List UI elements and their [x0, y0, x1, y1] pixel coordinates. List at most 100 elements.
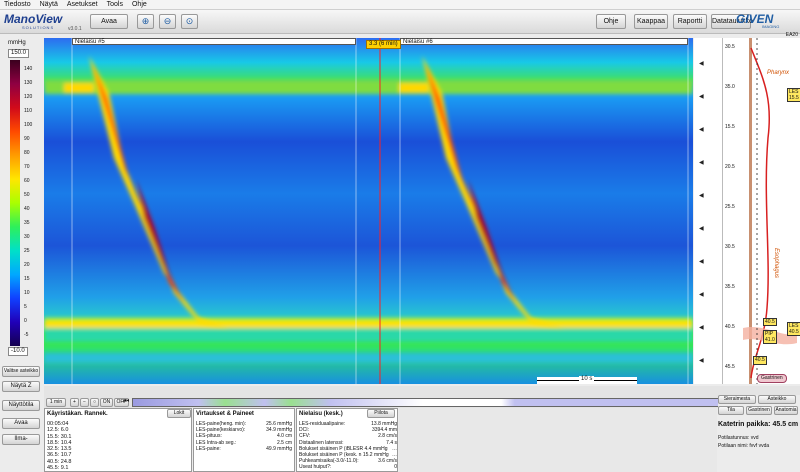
colorbar-tick: 20	[24, 262, 30, 268]
scale-button[interactable]: Asteikko	[758, 395, 796, 404]
colorbar-tick: 130	[24, 80, 33, 86]
select-scale-button[interactable]: Valitse asteikko	[2, 366, 40, 377]
colorbar-min[interactable]: -10.0	[8, 347, 28, 356]
app-version: v3.0.1	[68, 26, 82, 32]
les-lower-value: 40.5	[789, 329, 799, 335]
cursor-time-label: 3.3 (6 min)	[366, 40, 401, 49]
analysis-panel: Käyristäkan. Rannek. Lokit 00:05:04 12.5:…	[44, 408, 192, 472]
sensor-arrow-icon[interactable]: ◀	[699, 60, 704, 67]
report-button[interactable]: Raportti	[673, 14, 707, 29]
nav-fit-icon[interactable]: ○	[90, 398, 99, 407]
brand-logo-sub: IMAGING	[762, 24, 780, 29]
timeline-first-icon[interactable]: ⏮	[123, 398, 129, 406]
capture-button[interactable]: Kaappaa	[634, 14, 668, 29]
colorbar-tick: 10	[24, 290, 30, 296]
les-depth-marker[interactable]: 40.5	[753, 356, 767, 365]
metric-value: 0	[394, 464, 397, 471]
metric-label: Useat huiput?:	[299, 464, 332, 471]
scalebar-label: 10 s	[579, 376, 595, 383]
swallow1-label[interactable]: Nielaisu #5	[72, 38, 356, 45]
catheter-info-panel: Sieraimesta Asteikko Tila Gastrinen Anat…	[718, 395, 800, 472]
colorbar-max[interactable]: 150.0	[8, 49, 30, 58]
swallow2-label[interactable]: Nielaisu #6	[400, 38, 688, 45]
menu-help[interactable]: Ohje	[132, 0, 147, 9]
vitals-title: Virtaukset & Paineet	[196, 411, 254, 417]
swallow-list: LES-residuaalipaine: 13.8 mmHg DCI: 3394.4 …	[299, 421, 397, 471]
logs-button[interactable]: Lokit	[167, 409, 191, 418]
gastric-button[interactable]: Gastrinen	[746, 406, 772, 415]
app-logo-sub: SOLUTIONS	[22, 25, 55, 30]
menu-settings[interactable]: Asetukset	[67, 0, 98, 9]
zoom-in-button[interactable]: ⊕	[137, 14, 154, 29]
colorbar-tick: 90	[24, 136, 30, 142]
colorbar-tick: 140	[24, 66, 33, 72]
gastric-marker[interactable]: Gastrinen	[757, 374, 787, 383]
sensor-arrow-icon[interactable]: ◀	[699, 225, 704, 232]
les-upper-value: 15.5	[789, 95, 799, 101]
colorbar-tick: 50	[24, 192, 30, 198]
vitals-panel: Virtaukset & Paineet LES-paine(heng. min…	[193, 408, 295, 472]
colorbar-tick: 35	[24, 220, 30, 226]
colorbar-tick: 5	[24, 304, 27, 310]
open-button[interactable]: Avaa	[90, 14, 128, 29]
colorbar-tick: 100	[24, 122, 33, 128]
hide-button[interactable]: Piilota	[367, 409, 395, 418]
close-side-button[interactable]: Ilma-	[2, 434, 40, 445]
app-logo: ManoView	[4, 12, 63, 26]
nav-zoom-in-icon[interactable]: +	[70, 398, 79, 407]
les-lower-marker[interactable]: LES 40.5	[787, 322, 800, 336]
sensor-arrow-icon[interactable]: ◀	[699, 126, 704, 133]
state-button[interactable]: Tila	[718, 406, 744, 415]
timeline-track[interactable]: ⏮	[123, 398, 792, 407]
pharynx-label: Pharynx	[767, 70, 790, 76]
sensor-arrow-icon[interactable]: ◀	[699, 192, 704, 199]
menu-tools[interactable]: Tools	[107, 0, 123, 9]
metric-value: 49.9 mmHg	[266, 445, 292, 452]
menu-view[interactable]: Näytä	[40, 0, 58, 9]
display-mode-button[interactable]: Näyttötila	[2, 400, 40, 411]
zoom-fit-button[interactable]: ⊙	[181, 14, 198, 29]
show-z-button[interactable]: Näytä Z	[2, 381, 40, 392]
nav-zoom-out-icon[interactable]: −	[80, 398, 89, 407]
analysis-row: 45.5: 9.1	[47, 465, 69, 472]
zoom-out-button[interactable]: ⊖	[159, 14, 176, 29]
sensor-arrow-icon[interactable]: ◀	[699, 291, 704, 298]
colorbar-tick: 60	[24, 178, 30, 184]
menu-bar: Tiedosto Näytä Asetukset Tools Ohje	[0, 0, 800, 10]
one-minute-button[interactable]: 1 min	[46, 398, 66, 407]
analysis-list: 00:05:04 12.5: 6.0 15.5: 30.1 18.5: 10.4 32.…	[47, 421, 71, 471]
menu-file[interactable]: Tiedosto	[4, 0, 31, 9]
colorbar-tick: 25	[24, 248, 30, 254]
sensor-arrow-icon[interactable]: ◀	[699, 324, 704, 331]
sensor-arrow-icon[interactable]: ◀	[699, 258, 704, 265]
help-button[interactable]: Ohje	[596, 14, 626, 29]
colorbar-tick: 120	[24, 94, 33, 100]
metric-label: LES-paine:	[196, 445, 221, 452]
colorbar-tick: 80	[24, 150, 30, 156]
pressure-topography-plot[interactable]: Nielaisu #5 Nielaisu #6 3.3 (6 min) 10 s	[44, 38, 693, 384]
analysis-row: 36.5: 10.7	[47, 452, 72, 459]
sensor-arrow-icon[interactable]: ◀	[699, 159, 704, 166]
colorbar-tick: 30	[24, 234, 30, 240]
zoom-fit-icon: ⊙	[185, 16, 194, 26]
les-upper-marker[interactable]: LES 15.5	[787, 88, 800, 102]
colorbar-tick: 15	[24, 276, 30, 282]
swallow-title: Nielaisu (kesk.)	[299, 411, 343, 417]
colorbar-unit: mmHg	[8, 40, 26, 46]
colorbar-tick: 70	[24, 164, 30, 170]
colorbar-gradient	[10, 60, 20, 346]
analysis-row: 12.5: 6.0	[47, 427, 69, 434]
zoom-out-icon: ⊖	[163, 16, 172, 26]
from-nose-button[interactable]: Sieraimesta	[718, 395, 756, 404]
patient-name: Potilaan nimi: fvvf vvda	[718, 443, 770, 449]
sensor-arrow-icon[interactable]: ◀	[699, 93, 704, 100]
on-button[interactable]: ON	[100, 398, 113, 407]
pip-marker[interactable]: PIP 41.0	[763, 330, 777, 344]
open-side-button[interactable]: Avaa	[2, 418, 40, 429]
metric-row: LES-paine: 49.9 mmHg	[196, 446, 292, 452]
swallow-panel: Nielaisu (kesk.) Piilota LES-residuaalip…	[296, 408, 398, 472]
les-position-marker[interactable]: 40.5	[763, 318, 777, 326]
sensor-arrow-icon[interactable]: ◀	[699, 357, 704, 364]
anatomy-button[interactable]: Anatomia	[774, 406, 798, 415]
catheter-panel: EA20 30.5 35.0 15.5 20.5 25.5 30.5 35.5 40.5 45.…	[722, 32, 800, 384]
